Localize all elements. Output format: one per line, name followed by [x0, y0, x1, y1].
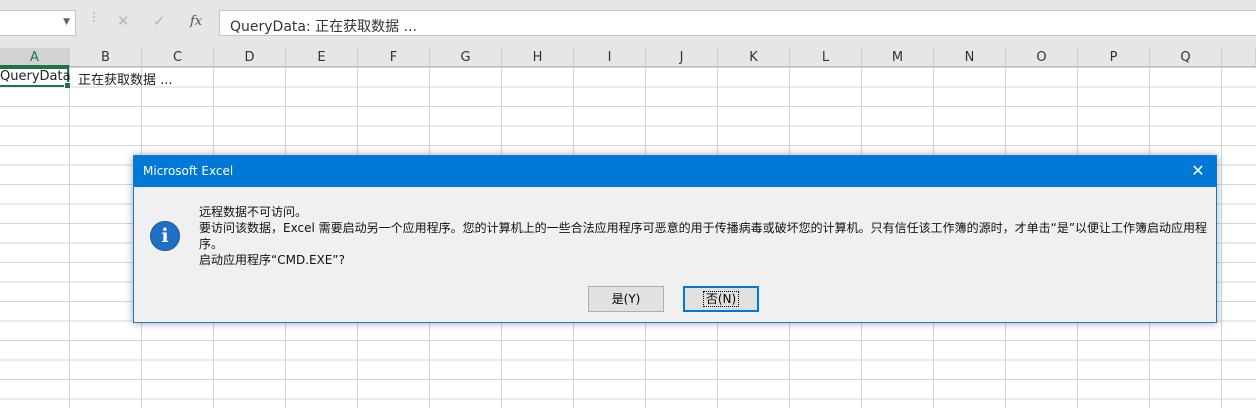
message-line: 远程数据不可访问。	[199, 205, 308, 219]
no-button[interactable]: 否(N)	[683, 286, 759, 312]
column-header-g[interactable]: G	[430, 48, 502, 67]
drag-handle-icon[interactable]: ⋮	[88, 11, 100, 23]
message-line: 要访问该数据，Excel 需要启动另一个应用程序。您的计算机上的一些合法应用程序…	[199, 221, 1208, 251]
column-header-l[interactable]: L	[790, 48, 862, 67]
cancel-icon[interactable]: ✕	[117, 12, 130, 30]
column-header-a[interactable]: A	[0, 48, 70, 67]
enter-check-icon[interactable]: ✓	[153, 12, 166, 30]
column-header-d[interactable]: D	[214, 48, 286, 67]
column-header-f[interactable]: F	[358, 48, 430, 67]
info-icon: i	[150, 221, 180, 251]
column-header-m[interactable]: M	[862, 48, 934, 67]
formula-bar: ▼ ⋮ ✕ ✓ fx QueryData: 正在获取数据 ...	[0, 0, 1256, 48]
column-header-e[interactable]: E	[286, 48, 358, 67]
dialog-title: Microsoft Excel	[143, 164, 234, 178]
column-header-j[interactable]: J	[646, 48, 718, 67]
column-header-q[interactable]: Q	[1150, 48, 1222, 67]
chevron-down-icon[interactable]: ▼	[63, 17, 70, 27]
column-header-o[interactable]: O	[1006, 48, 1078, 67]
column-header-i[interactable]: I	[574, 48, 646, 67]
column-header-h[interactable]: H	[502, 48, 574, 67]
name-box[interactable]: ▼	[0, 10, 76, 36]
security-dialog: Microsoft Excel ✕ i 远程数据不可访问。 要访问该数据，Exc…	[133, 155, 1217, 323]
column-gridline	[69, 67, 70, 408]
column-header-n[interactable]: N	[934, 48, 1006, 67]
close-icon[interactable]: ✕	[1188, 161, 1208, 180]
column-header-filler	[1222, 48, 1256, 67]
cell-a1[interactable]: QueryData	[0, 69, 71, 84]
column-header-c[interactable]: C	[142, 48, 214, 67]
formula-input[interactable]: QueryData: 正在获取数据 ...	[219, 10, 1256, 36]
column-header-p[interactable]: P	[1078, 48, 1150, 67]
dialog-message: 远程数据不可访问。 要访问该数据，Excel 需要启动另一个应用程序。您的计算机…	[199, 204, 1211, 268]
yes-button[interactable]: 是(Y)	[588, 286, 664, 312]
column-header-b[interactable]: B	[70, 48, 142, 67]
yes-button-label: 是(Y)	[611, 292, 641, 306]
no-button-label: 否(N)	[702, 291, 740, 307]
message-line: 启动应用程序“CMD.EXE”?	[199, 253, 345, 267]
insert-function-icon[interactable]: fx	[190, 14, 202, 29]
column-header-k[interactable]: K	[718, 48, 790, 67]
cell-b1[interactable]: 正在获取数据 ...	[78, 69, 173, 88]
column-gridline	[1221, 67, 1222, 408]
dialog-titlebar[interactable]: Microsoft Excel ✕	[134, 156, 1216, 187]
formula-buttons: ✕ ✓ fx	[103, 10, 217, 36]
